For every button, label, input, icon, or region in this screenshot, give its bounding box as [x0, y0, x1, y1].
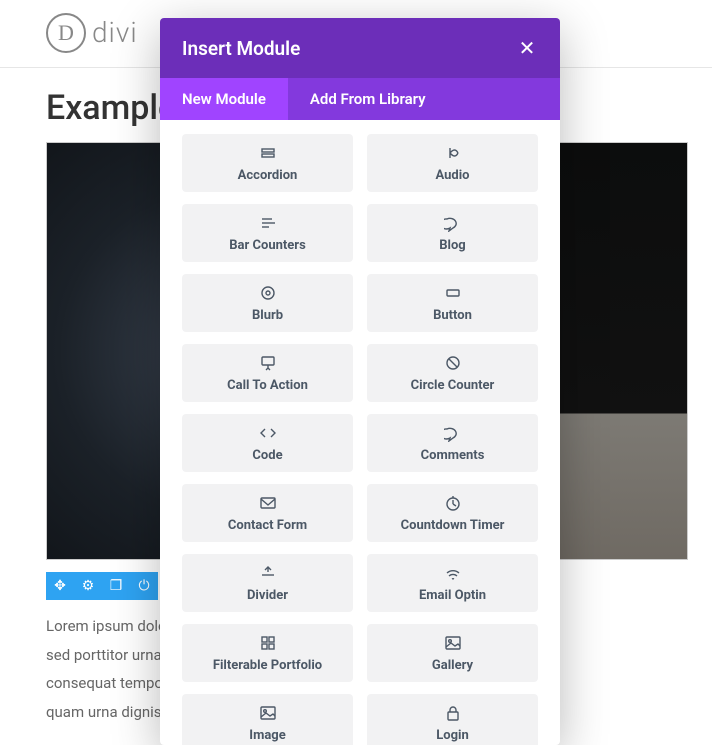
code-icon [259, 424, 277, 442]
clock-icon [444, 494, 462, 512]
module-circle-counter[interactable]: Circle Counter [367, 344, 538, 402]
module-label: Image [249, 728, 285, 743]
module-code[interactable]: Code [182, 414, 353, 472]
module-call-to-action[interactable]: Call To Action [182, 344, 353, 402]
module-label: Divider [247, 588, 288, 603]
module-filterable-portfolio[interactable]: Filterable Portfolio [182, 624, 353, 682]
power-button[interactable]: ⏻ [130, 572, 158, 600]
module-label: Blog [439, 238, 466, 253]
insert-module-modal: Insert Module ✕ New Module Add From Libr… [160, 18, 560, 745]
module-label: Bar Counters [229, 238, 306, 253]
module-label: Countdown Timer [401, 518, 505, 533]
module-label: Circle Counter [411, 378, 495, 393]
move-button[interactable]: ✥ [46, 572, 74, 600]
image-icon [444, 634, 462, 652]
module-label: Filterable Portfolio [213, 658, 322, 673]
module-audio[interactable]: Audio [367, 134, 538, 192]
lock-icon [444, 704, 462, 722]
circlecross-icon [444, 354, 462, 372]
grid-icon [259, 634, 277, 652]
bars-icon [259, 214, 277, 232]
module-label: Contact Form [228, 518, 307, 533]
duplicate-button[interactable]: ❐ [102, 572, 130, 600]
modal-body[interactable]: Accordion Audio Bar Counters Blog Blurb Butto… [160, 120, 560, 745]
module-accordion[interactable]: Accordion [182, 134, 353, 192]
module-label: Blurb [252, 308, 283, 323]
module-countdown-timer[interactable]: Countdown Timer [367, 484, 538, 542]
module-comments[interactable]: Comments [367, 414, 538, 472]
chat-icon [444, 424, 462, 442]
module-label: Button [433, 308, 472, 323]
module-email-optin[interactable]: Email Optin [367, 554, 538, 612]
module-label: Login [436, 728, 469, 743]
module-blog[interactable]: Blog [367, 204, 538, 262]
tab-new-module[interactable]: New Module [160, 78, 288, 120]
modal-title: Insert Module [182, 37, 300, 60]
image-icon [259, 704, 277, 722]
divider-icon [259, 564, 277, 582]
module-gallery[interactable]: Gallery [367, 624, 538, 682]
module-label: Audio [435, 168, 469, 183]
module-label: Accordion [238, 168, 298, 183]
brand-name: divi [92, 16, 138, 49]
module-label: Call To Action [227, 378, 308, 393]
module-blurb[interactable]: Blurb [182, 274, 353, 332]
divi-logo-icon: D [46, 13, 86, 53]
modal-header: Insert Module ✕ [160, 18, 560, 78]
module-grid: Accordion Audio Bar Counters Blog Blurb Butto… [182, 134, 538, 745]
module-login[interactable]: Login [367, 694, 538, 745]
module-divider[interactable]: Divider [182, 554, 353, 612]
module-label: Comments [421, 448, 485, 463]
tab-add-from-library[interactable]: Add From Library [288, 78, 448, 120]
module-bar-counters[interactable]: Bar Counters [182, 204, 353, 262]
button-icon [444, 284, 462, 302]
module-label: Code [252, 448, 282, 463]
module-image[interactable]: Image [182, 694, 353, 745]
cursor-icon [259, 354, 277, 372]
modal-tabs: New Module Add From Library [160, 78, 560, 120]
module-label: Email Optin [419, 588, 486, 603]
audio-icon [444, 144, 462, 162]
close-icon[interactable]: ✕ [516, 36, 538, 60]
wifi-icon [444, 564, 462, 582]
mail-icon [259, 494, 277, 512]
chat-icon [444, 214, 462, 232]
module-label: Gallery [432, 658, 473, 673]
module-button[interactable]: Button [367, 274, 538, 332]
target-icon [259, 284, 277, 302]
accordion-icon [259, 144, 277, 162]
module-contact-form[interactable]: Contact Form [182, 484, 353, 542]
settings-button[interactable]: ⚙ [74, 572, 102, 600]
